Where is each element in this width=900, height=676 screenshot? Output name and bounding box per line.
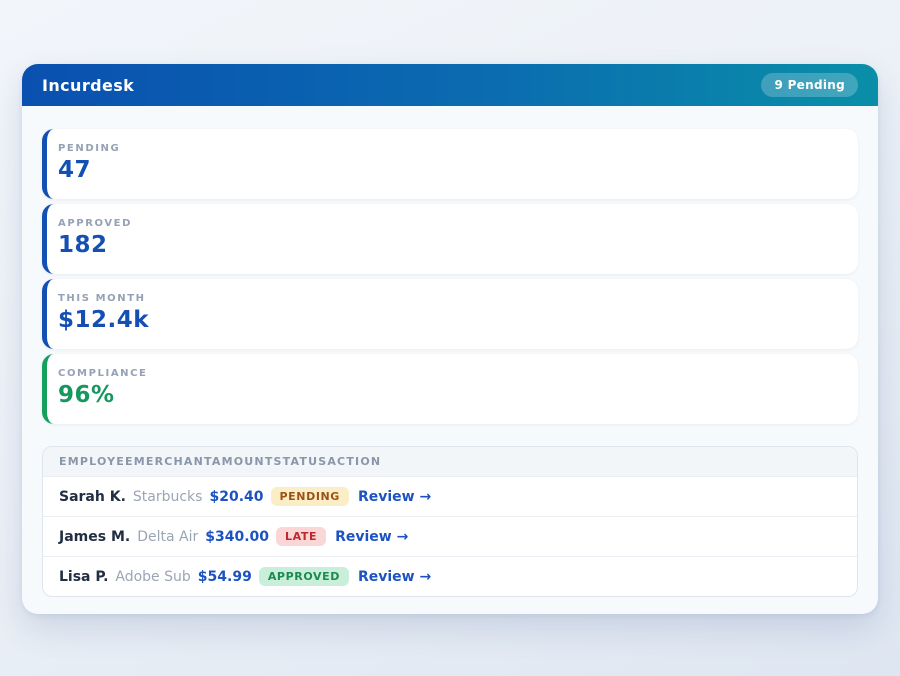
merchant-name: Starbucks — [133, 489, 203, 505]
review-link[interactable]: Review → — [335, 529, 408, 545]
app-window: Incurdesk 9 Pending PENDING 47 APPROVED … — [22, 64, 878, 614]
table-row: James M. Delta Air $340.00 LATE Review → — [43, 516, 857, 556]
amount-value: $20.40 — [209, 489, 263, 505]
stat-value: $12.4k — [58, 309, 842, 332]
status-badge: APPROVED — [259, 567, 349, 586]
stat-card-approved: APPROVED 182 — [42, 204, 858, 274]
stat-label: THIS MONTH — [58, 293, 842, 304]
expense-table: EMPLOYEEMERCHANTAMOUNTSTATUSACTION Sarah… — [42, 446, 858, 597]
app-header: Incurdesk 9 Pending — [22, 64, 878, 106]
main-content: PENDING 47 APPROVED 182 THIS MONTH $12.4… — [22, 106, 878, 614]
pending-count-badge: 9 Pending — [761, 73, 858, 97]
column-header-status: STATUS — [274, 455, 328, 468]
status-badge: LATE — [276, 527, 326, 546]
employee-name: Sarah K. — [59, 489, 126, 505]
stat-card-pending: PENDING 47 — [42, 129, 858, 199]
stat-value: 96% — [58, 384, 842, 407]
column-header-merchant: MERCHANT — [134, 455, 212, 468]
stat-card-this-month: THIS MONTH $12.4k — [42, 279, 858, 349]
column-header-employee: EMPLOYEE — [59, 455, 134, 468]
amount-value: $54.99 — [198, 569, 252, 585]
stat-value: 182 — [58, 234, 842, 257]
review-link[interactable]: Review → — [358, 489, 431, 505]
app-title: Incurdesk — [42, 76, 134, 95]
stat-label: APPROVED — [58, 218, 842, 229]
column-header-action: ACTION — [327, 455, 381, 468]
table-header-row: EMPLOYEEMERCHANTAMOUNTSTATUSACTION — [43, 447, 857, 476]
column-header-amount: AMOUNT — [212, 455, 274, 468]
merchant-name: Delta Air — [137, 529, 198, 545]
status-badge: PENDING — [271, 487, 349, 506]
employee-name: Lisa P. — [59, 569, 108, 585]
amount-value: $340.00 — [205, 529, 269, 545]
table-row: Sarah K. Starbucks $20.40 PENDING Review… — [43, 476, 857, 516]
merchant-name: Adobe Sub — [115, 569, 190, 585]
table-row: Lisa P. Adobe Sub $54.99 APPROVED Review… — [43, 556, 857, 596]
stat-value: 47 — [58, 159, 842, 182]
stat-label: PENDING — [58, 143, 842, 154]
review-link[interactable]: Review → — [358, 569, 431, 585]
stat-card-compliance: COMPLIANCE 96% — [42, 354, 858, 424]
stat-label: COMPLIANCE — [58, 368, 842, 379]
employee-name: James M. — [59, 529, 130, 545]
